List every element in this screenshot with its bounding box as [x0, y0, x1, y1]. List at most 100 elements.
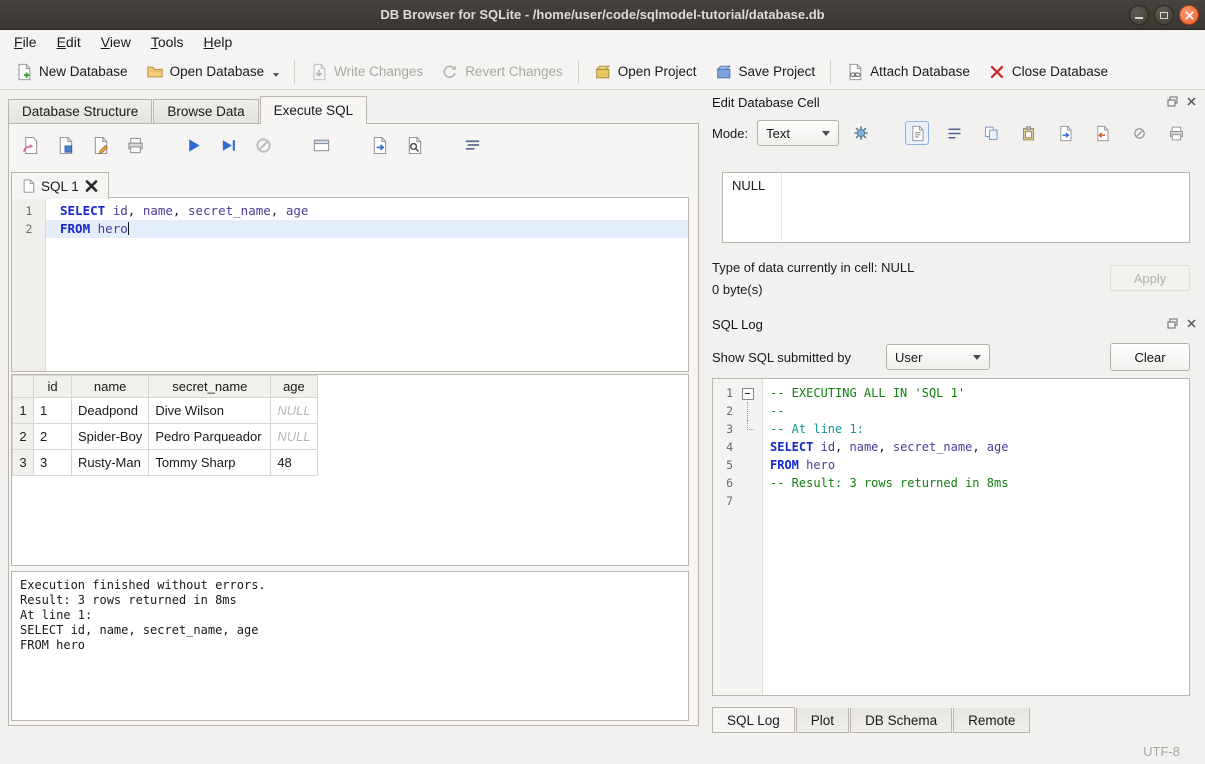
results-table[interactable]: idnamesecret_nameage11DeadpondDive Wilso…	[12, 375, 318, 476]
import-from-file-button[interactable]	[848, 120, 874, 146]
row-number[interactable]: 2	[13, 424, 34, 450]
save-sql-file-as-button[interactable]	[87, 132, 113, 158]
export-cell-button[interactable]	[1053, 121, 1077, 145]
column-header-secret-name[interactable]: secret_name	[149, 376, 271, 398]
result-cell[interactable]: 1	[34, 398, 72, 424]
tab-database-structure[interactable]: Database Structure	[8, 99, 152, 123]
import-cell-icon	[1094, 125, 1111, 142]
toolbar-separator	[830, 60, 831, 84]
find-in-sql-button[interactable]	[401, 132, 427, 158]
import-cell-button[interactable]	[1090, 121, 1114, 145]
mode-value: Text	[766, 126, 790, 141]
title-bar[interactable]: DB Browser for SQLite - /home/user/code/…	[0, 0, 1205, 30]
tab-remote[interactable]: Remote	[953, 708, 1030, 733]
tab-execute-sql[interactable]: Execute SQL	[260, 96, 368, 124]
result-cell[interactable]: Deadpond	[72, 398, 149, 424]
column-header-age[interactable]: age	[271, 376, 317, 398]
copy-cell-button[interactable]	[979, 121, 1003, 145]
close-database-button[interactable]: Close Database	[979, 58, 1117, 86]
open-database-dropdown-icon[interactable]	[273, 73, 279, 77]
close-tab-icon[interactable]	[85, 179, 98, 193]
execute-play-icon	[184, 136, 203, 155]
sql-log-float-button[interactable]	[1166, 317, 1179, 330]
submitted-by-combobox[interactable]: User	[886, 344, 990, 370]
row-number[interactable]: 1	[13, 398, 34, 424]
print-cell-button[interactable]	[1164, 121, 1188, 145]
editor-line[interactable]: 2FROM hero	[12, 220, 688, 238]
column-header-id[interactable]: id	[34, 376, 72, 398]
edit-cell-close-button[interactable]	[1185, 95, 1198, 108]
log-code: SELECT id, name, secret_name, age	[763, 438, 1189, 456]
minimize-button[interactable]	[1129, 5, 1149, 25]
open-project-button[interactable]: Open Project	[585, 58, 706, 86]
close-button[interactable]	[1179, 5, 1199, 25]
find-icon	[405, 136, 424, 155]
result-cell[interactable]: Dive Wilson	[149, 398, 271, 424]
result-cell[interactable]: NULL	[271, 424, 317, 450]
format-sql-button[interactable]	[459, 132, 485, 158]
export-results-button[interactable]	[366, 132, 392, 158]
cell-editor[interactable]: NULL	[722, 172, 1190, 243]
sql-log-close-button[interactable]	[1185, 317, 1198, 330]
tab-db-schema[interactable]: DB Schema	[850, 708, 952, 733]
float-icon	[1167, 318, 1178, 329]
text-mode-button[interactable]	[905, 121, 929, 145]
maximize-button[interactable]	[1154, 5, 1174, 25]
apply-button[interactable]: Apply	[1110, 265, 1190, 291]
column-header-name[interactable]: name	[72, 376, 149, 398]
result-cell[interactable]: 3	[34, 450, 72, 476]
tab-browse-data[interactable]: Browse Data	[153, 99, 258, 123]
attach-database-button[interactable]: Attach Database	[837, 58, 979, 86]
set-null-button[interactable]	[1127, 121, 1151, 145]
sql-log-title: SQL Log	[712, 317, 763, 332]
menu-view[interactable]: View	[91, 31, 141, 53]
tab-sql-log[interactable]: SQL Log	[712, 707, 795, 733]
open-query-tab-button[interactable]	[308, 132, 334, 158]
corner-header	[13, 376, 34, 398]
edit-cell-float-button[interactable]	[1166, 95, 1179, 108]
log-line: 4SELECT id, name, secret_name, age	[713, 438, 1189, 456]
log-line: 2--	[713, 402, 1189, 420]
result-cell[interactable]: NULL	[271, 398, 317, 424]
write-changes-button: Write Changes	[301, 58, 432, 86]
tab-plot[interactable]: Plot	[796, 708, 849, 733]
open-database-button[interactable]: Open Database	[137, 58, 289, 86]
open-sql-file-button[interactable]	[17, 132, 43, 158]
new-database-button[interactable]: New Database	[6, 58, 137, 86]
result-cell[interactable]: 2	[34, 424, 72, 450]
menu-file[interactable]: File	[4, 31, 47, 53]
close-database-icon	[988, 63, 1006, 81]
editor-line[interactable]: 1SELECT id, name, secret_name, age	[12, 202, 688, 220]
sql-editor[interactable]: 1SELECT id, name, secret_name, age2FROM …	[11, 197, 689, 372]
fold-marker-icon[interactable]	[737, 384, 763, 402]
execute-sql-button[interactable]	[180, 132, 206, 158]
execute-current-line-button[interactable]	[215, 132, 241, 158]
save-sql-file-button[interactable]	[52, 132, 78, 158]
result-cell[interactable]: Tommy Sharp	[149, 450, 271, 476]
menu-edit[interactable]: Edit	[47, 31, 91, 53]
paste-cell-button[interactable]	[1016, 121, 1040, 145]
clear-log-button[interactable]: Clear	[1110, 343, 1190, 371]
row-number[interactable]: 3	[13, 450, 34, 476]
sql-log-view[interactable]: 1-- EXECUTING ALL IN 'SQL 1'2--3-- At li…	[712, 378, 1190, 696]
sql-log-lines: 1-- EXECUTING ALL IN 'SQL 1'2--3-- At li…	[713, 379, 1189, 510]
menu-help[interactable]: Help	[194, 31, 243, 53]
result-cell[interactable]: 48	[271, 450, 317, 476]
stop-icon	[254, 136, 273, 155]
save-project-button[interactable]: Save Project	[706, 58, 825, 86]
word-wrap-icon	[946, 125, 963, 142]
menu-tools[interactable]: Tools	[141, 31, 194, 53]
close-icon	[1185, 11, 1194, 20]
word-wrap-button[interactable]	[942, 121, 966, 145]
log-line-number: 1	[713, 384, 737, 402]
encoding-label[interactable]: UTF-8	[1143, 744, 1180, 759]
result-cell[interactable]: Spider-Boy	[72, 424, 149, 450]
editor-code: SELECT id, name, secret_name, age	[46, 202, 688, 220]
sql1-tab[interactable]: SQL 1	[11, 172, 109, 199]
result-cell[interactable]: Rusty-Man	[72, 450, 149, 476]
log-code	[763, 492, 1189, 510]
print-sql-button[interactable]	[122, 132, 148, 158]
mode-combobox[interactable]: Text	[757, 120, 839, 146]
status-bar: UTF-8	[0, 738, 1205, 764]
result-cell[interactable]: Pedro Parqueador	[149, 424, 271, 450]
